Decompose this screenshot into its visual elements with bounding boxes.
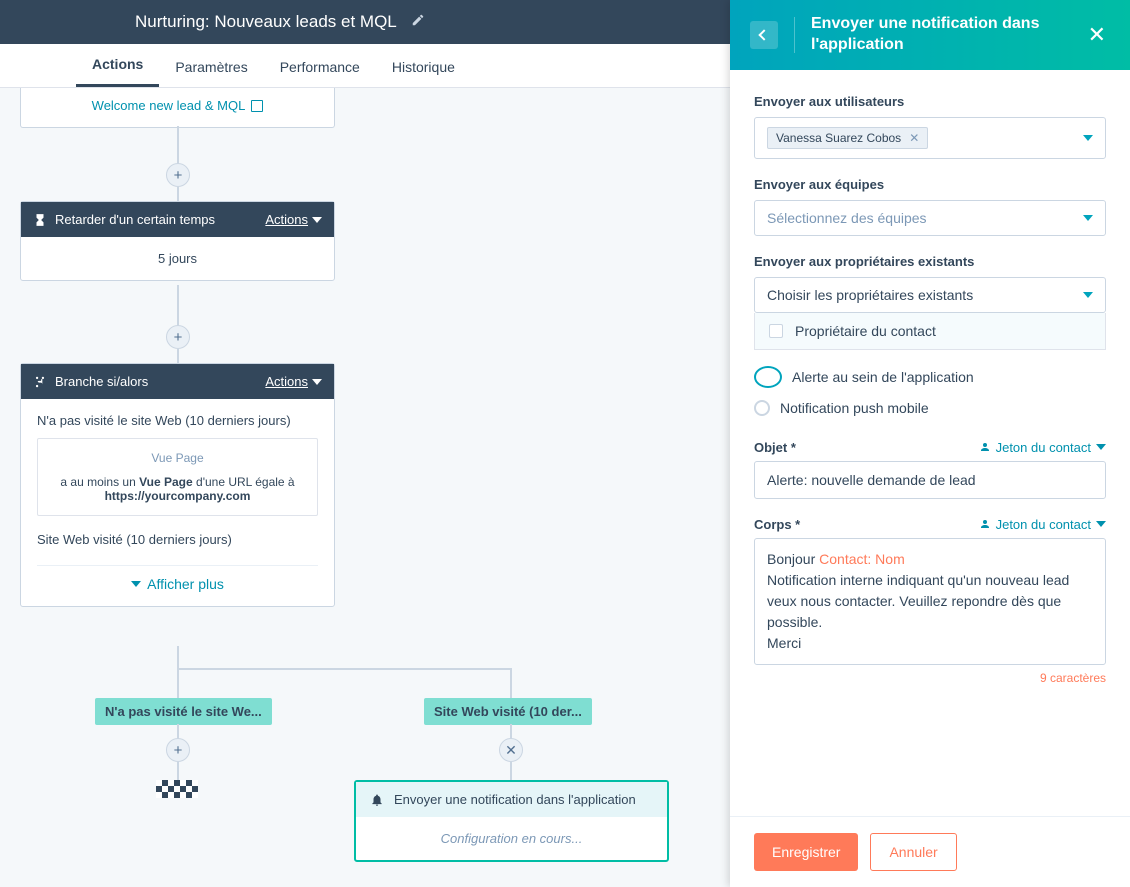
side-panel: Envoyer une notification dans l'applicat… — [730, 0, 1130, 887]
side-panel-header: Envoyer une notification dans l'applicat… — [730, 0, 1130, 70]
tab-performance[interactable]: Performance — [264, 59, 376, 87]
edit-title-icon[interactable] — [411, 12, 425, 32]
contact-token-link-body[interactable]: Jeton du contact — [979, 517, 1106, 532]
branch-condition-title: N'a pas visité le site Web (10 derniers … — [37, 413, 318, 428]
remove-step-button[interactable]: ✕ — [499, 738, 523, 762]
rule-text: a au moins un Vue Page d'une URL égale à… — [50, 475, 305, 503]
enrollment-link[interactable]: Welcome new lead & MQL — [92, 98, 264, 113]
teams-label: Envoyer aux équipes — [754, 177, 1106, 192]
card-send-notification[interactable]: Envoyer une notification dans l'applicat… — [354, 780, 669, 862]
users-select[interactable]: Vanessa Suarez Cobos ✕ — [754, 117, 1106, 159]
card-notification-header: Envoyer une notification dans l'applicat… — [356, 782, 667, 817]
card-delay-header: Retarder d'un certain temps Actions — [21, 202, 334, 237]
connector — [177, 762, 179, 780]
tab-parametres[interactable]: Paramètres — [159, 59, 263, 87]
connector — [510, 762, 512, 780]
caret-down-icon — [1083, 292, 1093, 298]
caret-down-icon — [312, 217, 322, 223]
connector — [177, 668, 179, 698]
hourglass-icon — [33, 213, 47, 227]
add-step-button[interactable]: + — [166, 325, 190, 349]
show-more-link[interactable]: Afficher plus — [37, 565, 318, 592]
char-count: 9 caractères — [754, 671, 1106, 685]
body-token: Contact: Nom — [819, 551, 905, 567]
user-chip: Vanessa Suarez Cobos ✕ — [767, 127, 928, 149]
owners-select[interactable]: Choisir les propriétaires existants — [754, 277, 1106, 313]
caret-down-icon — [1096, 444, 1106, 450]
card-delay-actions[interactable]: Actions — [265, 212, 322, 227]
radio-in-app-alert[interactable]: Alerte au sein de l'application — [754, 360, 1106, 394]
connector — [177, 349, 179, 363]
workflow-title: Nurturing: Nouveaux leads et MQL — [135, 12, 397, 32]
card-delay[interactable]: Retarder d'un certain temps Actions 5 jo… — [20, 201, 335, 281]
add-step-button[interactable]: + — [166, 163, 190, 187]
branch-icon — [33, 375, 47, 389]
caret-down-icon — [1096, 521, 1106, 527]
branch-condition-2: Site Web visité (10 derniers jours) — [37, 532, 318, 547]
radio-push-mobile[interactable]: Notification push mobile — [754, 394, 1106, 422]
external-link-icon — [251, 100, 263, 112]
caret-down-icon — [1083, 135, 1093, 141]
card-branch[interactable]: Branche si/alors Actions N'a pas visité … — [20, 363, 335, 607]
users-label: Envoyer aux utilisateurs — [754, 94, 1106, 109]
connector — [177, 187, 179, 201]
close-panel-button[interactable]: ✕ — [1084, 22, 1110, 48]
teams-select[interactable]: Sélectionnez des équipes — [754, 200, 1106, 236]
cancel-button[interactable]: Annuler — [870, 833, 956, 871]
connector — [177, 646, 179, 668]
back-button[interactable] — [750, 21, 778, 49]
side-panel-footer: Enregistrer Annuler — [730, 816, 1130, 887]
caret-down-icon — [312, 379, 322, 385]
user-icon — [979, 518, 991, 530]
contact-token-link[interactable]: Jeton du contact — [979, 440, 1106, 455]
side-panel-title: Envoyer une notification dans l'applicat… — [811, 14, 1084, 56]
connector — [177, 668, 510, 670]
card-branch-header: Branche si/alors Actions — [21, 364, 334, 399]
branch-chip-left[interactable]: N'a pas visité le site We... — [95, 698, 272, 725]
rule-title: Vue Page — [50, 451, 305, 465]
body-textarea[interactable]: Bonjour Contact: Nom Notification intern… — [754, 538, 1106, 665]
tab-historique[interactable]: Historique — [376, 59, 471, 87]
remove-user-icon[interactable]: ✕ — [909, 131, 919, 145]
body-label: Corps * — [754, 517, 800, 532]
add-step-button[interactable]: + — [166, 738, 190, 762]
user-icon — [979, 441, 991, 453]
bell-icon — [370, 793, 384, 807]
finish-icon — [156, 780, 198, 798]
card-notification-status: Configuration en cours... — [356, 817, 667, 860]
owners-label: Envoyer aux propriétaires existants — [754, 254, 1106, 269]
chevron-left-icon — [758, 29, 769, 40]
connector — [510, 668, 512, 698]
branch-rule-box: Vue Page a au moins un Vue Page d'une UR… — [37, 438, 318, 516]
radio-icon — [754, 366, 782, 388]
workflow-canvas[interactable]: Welcome new lead & MQL + Retarder d'un c… — [0, 88, 730, 887]
checkbox[interactable] — [769, 324, 783, 338]
side-panel-body: Envoyer aux utilisateurs Vanessa Suarez … — [730, 70, 1130, 816]
branch-chip-right[interactable]: Site Web visité (10 der... — [424, 698, 592, 725]
card-branch-actions[interactable]: Actions — [265, 374, 322, 389]
radio-icon — [754, 400, 770, 416]
subject-label: Objet * — [754, 440, 796, 455]
delay-value: 5 jours — [21, 237, 334, 280]
owners-option-contact-owner[interactable]: Propriétaire du contact — [754, 313, 1106, 350]
subject-input[interactable] — [754, 461, 1106, 499]
caret-down-icon — [1083, 215, 1093, 221]
tab-actions[interactable]: Actions — [76, 56, 159, 87]
card-enrollment[interactable]: Welcome new lead & MQL — [20, 88, 335, 128]
save-button[interactable]: Enregistrer — [754, 833, 858, 871]
chevron-down-icon — [131, 581, 141, 587]
